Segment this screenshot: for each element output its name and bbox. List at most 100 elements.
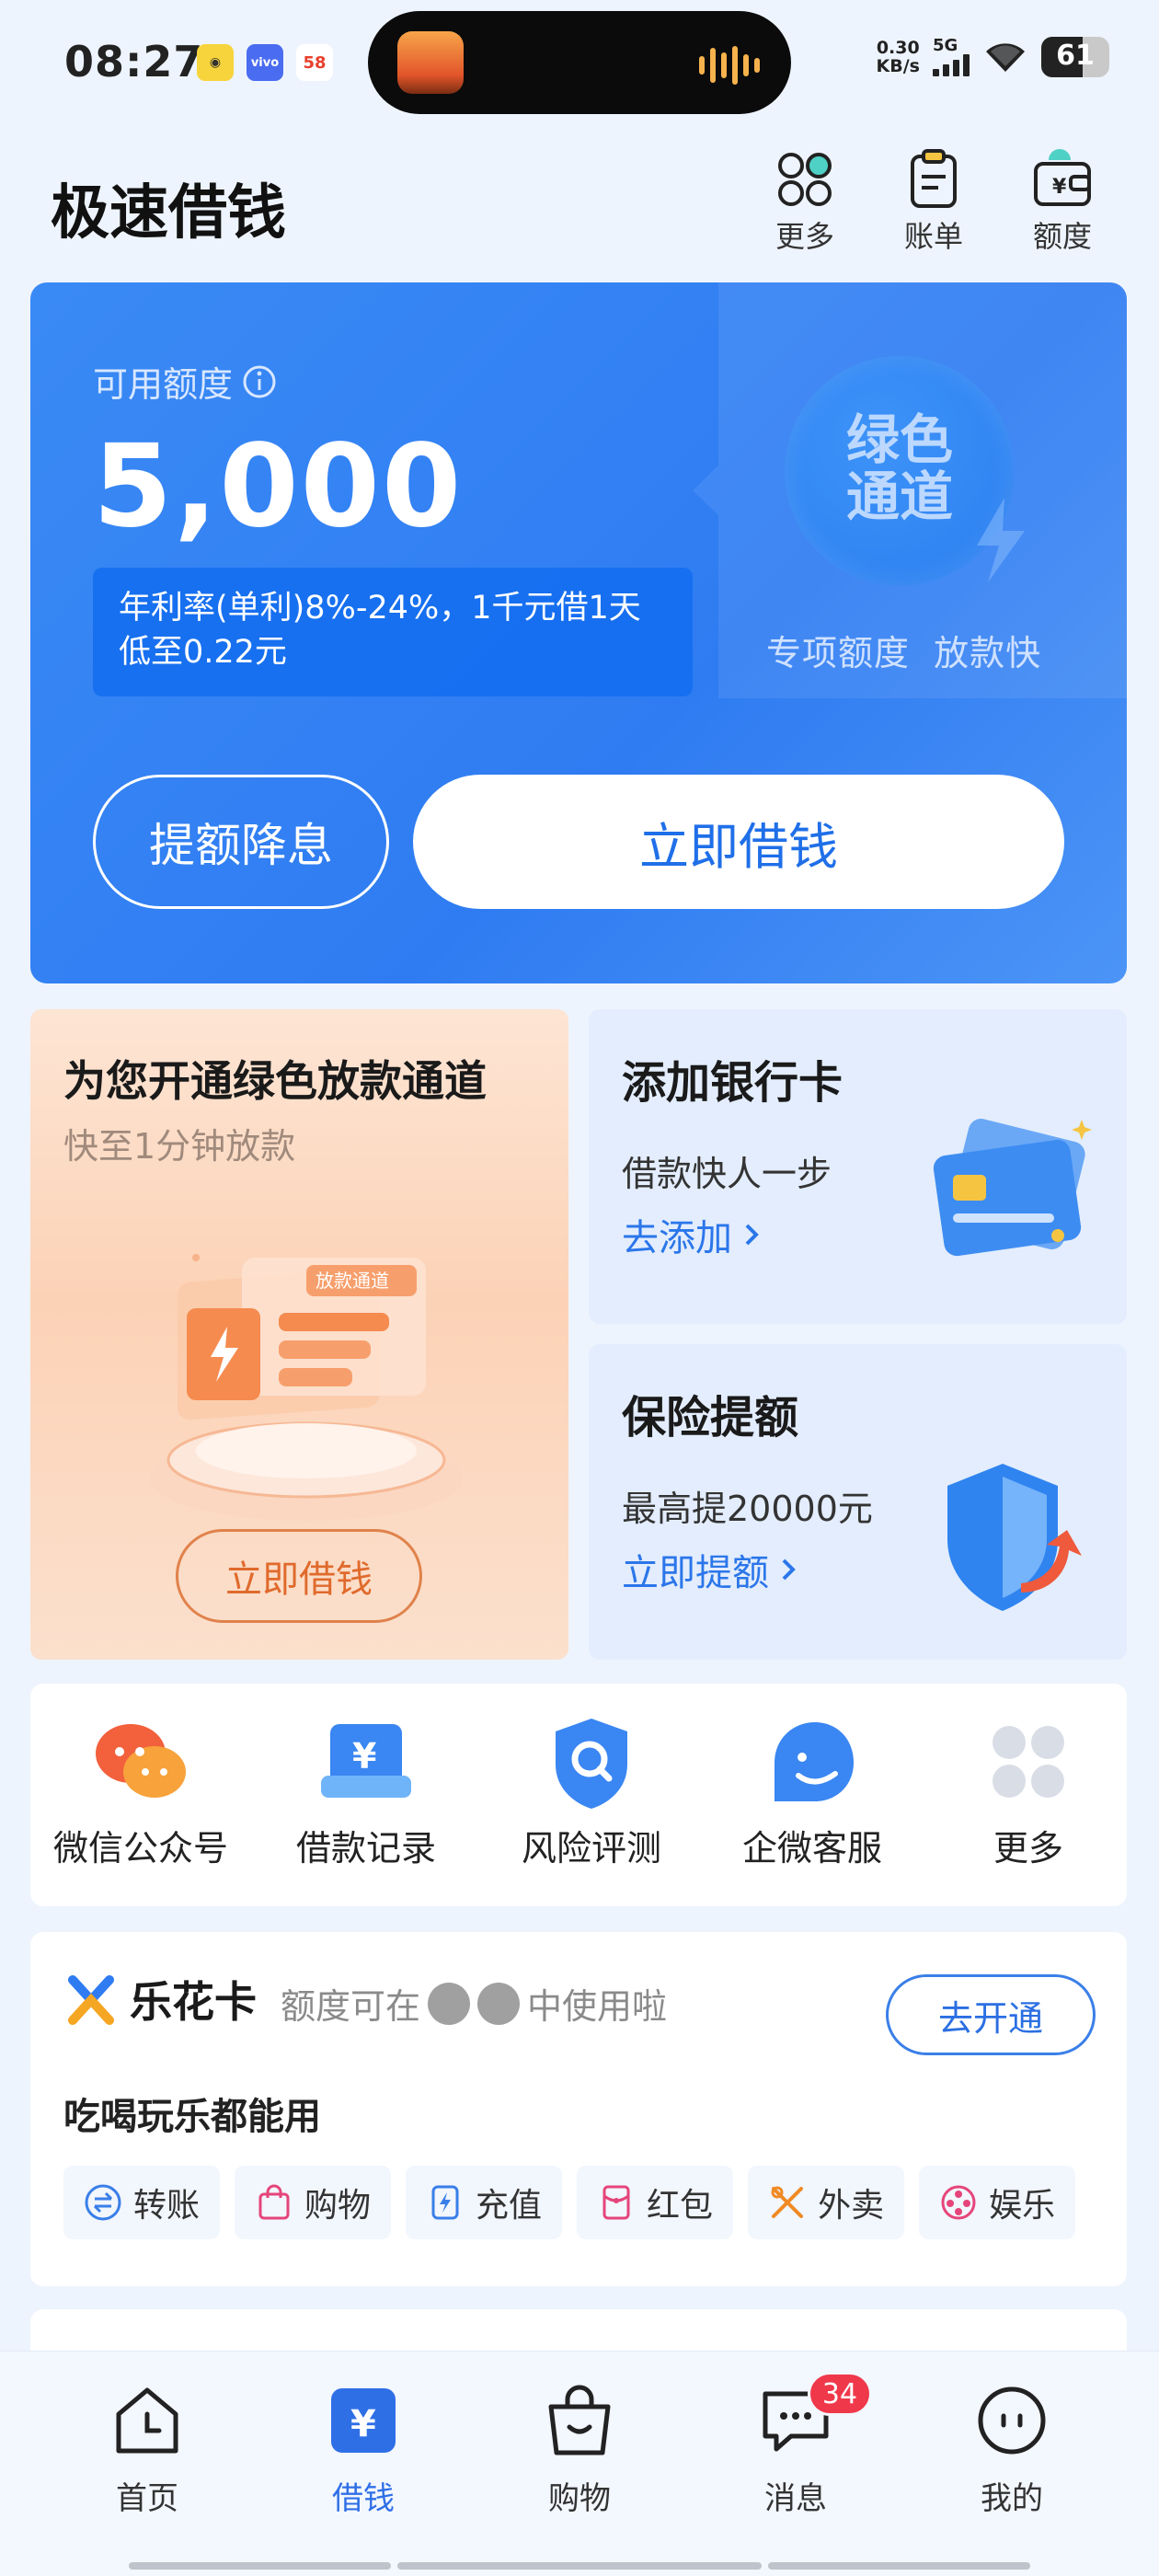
quick-risk-assessment[interactable]: 风险评测 xyxy=(481,1711,702,1870)
credit-hero-card: 可用额度 5,000 年利率(单利)8%-24%，1千元借1天低至0.22元 绿… xyxy=(30,282,1127,983)
58-notification-icon: 58 xyxy=(296,44,333,81)
lehua-card-name: 乐花卡 xyxy=(130,1977,257,2027)
loan-record-icon: ¥ xyxy=(321,1724,411,1798)
tab-borrow[interactable]: ¥ 借钱 xyxy=(290,2379,437,2518)
status-bar: 08:27 ◉ vivo 58 0.30 KB/s 5G 61 xyxy=(0,0,1159,129)
svg-text:¥: ¥ xyxy=(350,2403,376,2445)
chip-takeout[interactable]: 外卖 xyxy=(748,2166,905,2239)
green-channel-subtitle: 专项额度 放款快 xyxy=(766,633,1042,673)
app-notification-icon: ◉ xyxy=(197,44,234,81)
audio-wave-icon xyxy=(699,46,760,85)
bank-card-icon xyxy=(933,1119,1092,1257)
shopping-bag-icon xyxy=(548,2385,611,2455)
quick-loan-record[interactable]: ¥ 借款记录 xyxy=(256,1711,476,1870)
promo-title: 保险提额 xyxy=(622,1392,799,1443)
add-bank-card-link[interactable]: 去添加 xyxy=(622,1208,762,1261)
transfer-icon xyxy=(85,2184,121,2221)
customer-service-icon xyxy=(775,1722,854,1801)
gesture-bar xyxy=(768,2562,1030,2570)
lehua-logo-icon xyxy=(68,1975,114,2025)
svg-text:¥: ¥ xyxy=(1052,176,1067,199)
tab-label: 我的 xyxy=(981,2480,1043,2517)
promo-title: 添加银行卡 xyxy=(622,1057,843,1109)
add-bank-card-promo[interactable]: 添加银行卡 借款快人一步 去添加 xyxy=(589,1009,1127,1324)
gesture-bar xyxy=(129,2562,391,2570)
lehua-card-desc: 额度可在 中使用啦 xyxy=(281,1978,667,2029)
shopping-bag-icon xyxy=(258,2184,290,2220)
interest-rate-note: 年利率(单利)8%-24%，1千元借1天低至0.22元 xyxy=(93,568,693,696)
header-more-button[interactable]: 更多 xyxy=(754,147,855,256)
media-thumbnail xyxy=(397,31,464,94)
lightning-icon xyxy=(977,498,1025,582)
available-amount: 5,000 xyxy=(93,420,464,553)
vivo-notification-icon: vivo xyxy=(247,44,283,81)
recharge-icon xyxy=(431,2185,459,2220)
more-grid-icon xyxy=(993,1726,1064,1798)
unread-badge: 34 xyxy=(808,2372,872,2416)
green-channel-borrow-button[interactable]: 立即借钱 xyxy=(176,1529,422,1623)
lehua-open-button[interactable]: 去开通 xyxy=(886,1974,1096,2055)
takeout-icon xyxy=(771,2186,804,2218)
header-quota-button[interactable]: ¥ 额度 xyxy=(1012,147,1113,256)
chip-transfer[interactable]: 转账 xyxy=(63,2166,221,2239)
header-bill-button[interactable]: 账单 xyxy=(883,147,984,256)
quick-action-label: 风险评测 xyxy=(521,1828,661,1869)
svg-text:放款通道: 放款通道 xyxy=(316,1270,389,1292)
quick-wechat[interactable]: 微信公众号 xyxy=(30,1711,251,1870)
network-speed: 0.30 KB/s xyxy=(876,38,920,76)
alipay-icon xyxy=(477,1982,521,2025)
wechat-icon xyxy=(96,1724,186,1798)
lehua-card-section: 乐花卡 额度可在 中使用啦 去开通 吃喝玩乐都能用 转账 购物 充值 红包 外卖 xyxy=(30,1932,1127,2286)
entertainment-icon xyxy=(941,2185,976,2220)
promo-subtitle: 快至1分钟放款 xyxy=(63,1126,296,1167)
promo-subtitle: 最高提20000元 xyxy=(622,1489,873,1529)
chip-recharge[interactable]: 充值 xyxy=(406,2166,563,2239)
green-channel-promo-card[interactable]: 为您开通绿色放款通道 快至1分钟放款 放款通道 立即借钱 xyxy=(30,1009,568,1660)
header-bill-label: 账单 xyxy=(903,219,963,254)
chevron-right-icon xyxy=(745,1224,759,1246)
quick-more[interactable]: 更多 xyxy=(918,1711,1139,1870)
profile-icon xyxy=(978,2386,1046,2455)
quick-action-label: 借款记录 xyxy=(295,1828,436,1869)
grid-icon xyxy=(778,153,832,206)
red-packet-icon xyxy=(602,2185,630,2220)
dynamic-island[interactable] xyxy=(368,11,791,114)
battery-icon: 61 xyxy=(1041,37,1109,77)
insurance-raise-promo[interactable]: 保险提额 最高提20000元 立即提额 xyxy=(589,1344,1127,1660)
chip-shopping[interactable]: 购物 xyxy=(235,2166,392,2239)
quick-action-label: 更多 xyxy=(993,1828,1063,1869)
tab-messages[interactable]: 34 消息 xyxy=(722,2372,872,2518)
quick-action-label: 微信公众号 xyxy=(52,1828,228,1869)
loan-channel-illustration: 放款通道 xyxy=(150,1254,463,1521)
tab-label: 借钱 xyxy=(332,2480,395,2517)
header-quota-label: 额度 xyxy=(1032,219,1092,254)
status-time: 08:27 xyxy=(64,37,204,86)
yuan-icon: ¥ xyxy=(331,2388,396,2453)
tab-home[interactable]: 首页 xyxy=(74,2379,221,2518)
tab-shopping[interactable]: 购物 xyxy=(506,2379,653,2518)
quick-action-label: 企微客服 xyxy=(741,1828,882,1869)
green-channel-badge-text: 绿色通道 xyxy=(845,408,953,528)
wifi-icon xyxy=(986,43,1025,72)
lehua-usage-chips: 转账 购物 充值 红包 外卖 娱乐 xyxy=(63,2166,1076,2239)
home-clock-icon xyxy=(116,2387,178,2454)
tab-profile[interactable]: 我的 xyxy=(938,2379,1085,2518)
tab-label: 首页 xyxy=(116,2480,178,2517)
bottom-tab-bar: 首页 ¥ 借钱 购物 34 消息 我的 xyxy=(0,2351,1159,2576)
available-quota-label: 可用额度 xyxy=(93,356,277,407)
raise-limit-button[interactable]: 提额降息 xyxy=(93,775,389,909)
quick-customer-service[interactable]: 企微客服 xyxy=(702,1711,923,1870)
info-icon[interactable] xyxy=(242,364,277,399)
gesture-bar xyxy=(397,2562,762,2570)
tab-label: 消息 xyxy=(764,2480,827,2517)
raise-limit-link[interactable]: 立即提额 xyxy=(622,1543,798,1596)
borrow-now-button[interactable]: 立即借钱 xyxy=(413,775,1064,909)
cellular-signal-icon: 5G xyxy=(933,38,970,76)
bill-icon xyxy=(911,149,957,208)
chip-entertainment[interactable]: 娱乐 xyxy=(919,2166,1076,2239)
tab-label: 购物 xyxy=(548,2480,611,2517)
chip-red-packet[interactable]: 红包 xyxy=(577,2166,734,2239)
lehua-slogan: 吃喝玩乐都能用 xyxy=(63,2096,321,2138)
page-title: 极速借钱 xyxy=(51,179,286,247)
shield-icon xyxy=(947,1464,1082,1611)
